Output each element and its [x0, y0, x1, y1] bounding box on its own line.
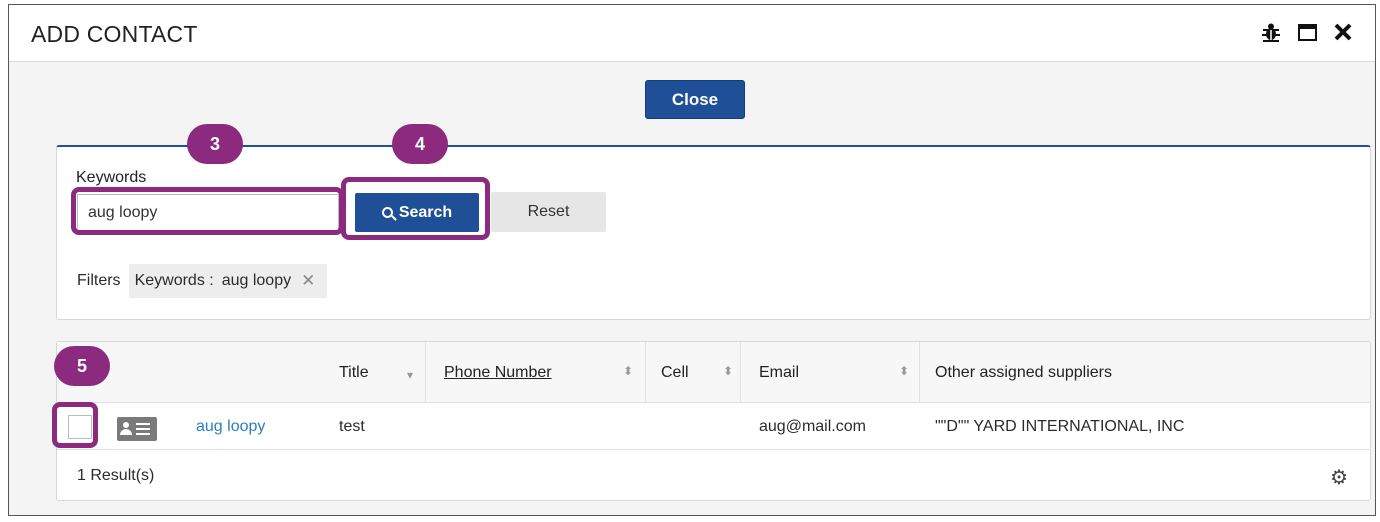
cell-email: aug@mail.com [759, 418, 866, 435]
filters-label: Filters [77, 272, 121, 289]
table-header: Title ▾ Phone Number ⬍ Cell ⬍ Email ⬍ Ot… [57, 342, 1370, 403]
gear-icon[interactable]: ⚙ [1330, 465, 1348, 490]
column-title[interactable]: Title [339, 342, 369, 403]
sort-icon[interactable]: ⬍ [899, 364, 909, 378]
column-other-suppliers: Other assigned suppliers [935, 363, 1112, 381]
result-count: 1 Result(s) [77, 467, 155, 484]
sort-desc-icon[interactable]: ▾ [407, 368, 413, 382]
annotation-highlight-keywords [71, 187, 344, 235]
step-badge-5: 5 [54, 346, 110, 386]
window-controls [1259, 19, 1355, 45]
reset-button[interactable]: Reset [491, 192, 606, 232]
step-badge-3: 3 [187, 124, 243, 164]
dialog-title: ADD CONTACT [31, 21, 198, 47]
column-cell[interactable]: Cell [661, 342, 689, 403]
bug-icon[interactable] [1259, 19, 1283, 45]
sort-icon[interactable]: ⬍ [723, 364, 733, 378]
active-filters: Filters Keywords : aug loopy ✕ [77, 264, 328, 298]
contact-card-icon[interactable] [117, 417, 157, 441]
close-button[interactable]: Close [645, 80, 745, 119]
sort-icon[interactable]: ⬍ [623, 364, 633, 378]
filter-chip-name: Keywords : [134, 272, 214, 289]
dialog-titlebar: ADD CONTACT [9, 5, 1375, 62]
close-icon[interactable] [1331, 19, 1355, 45]
contact-name-link[interactable]: aug loopy [196, 404, 265, 450]
results-table: Title ▾ Phone Number ⬍ Cell ⬍ Email ⬍ Ot… [56, 341, 1371, 501]
annotation-highlight-checkbox [52, 402, 98, 448]
add-contact-dialog: ADD CONTACT Close Keywords aug loopy Sea… [8, 4, 1376, 516]
filter-chip: Keywords : aug loopy ✕ [128, 264, 328, 298]
table-row: aug loopy test aug@mail.com ""D"" YARD I… [57, 404, 1370, 450]
maximize-icon[interactable] [1295, 19, 1319, 45]
cell-title: test [339, 418, 365, 435]
filter-chip-value: aug loopy [221, 272, 292, 289]
column-phone-number[interactable]: Phone Number [444, 342, 552, 403]
step-badge-4: 4 [392, 124, 448, 164]
cell-other-suppliers: ""D"" YARD INTERNATIONAL, INC [935, 418, 1185, 435]
keywords-label: Keywords [76, 169, 147, 186]
remove-filter-icon[interactable]: ✕ [301, 271, 315, 291]
column-email[interactable]: Email [759, 342, 799, 403]
table-footer: 1 Result(s) ⚙ [57, 451, 1370, 501]
annotation-highlight-search [341, 177, 490, 240]
